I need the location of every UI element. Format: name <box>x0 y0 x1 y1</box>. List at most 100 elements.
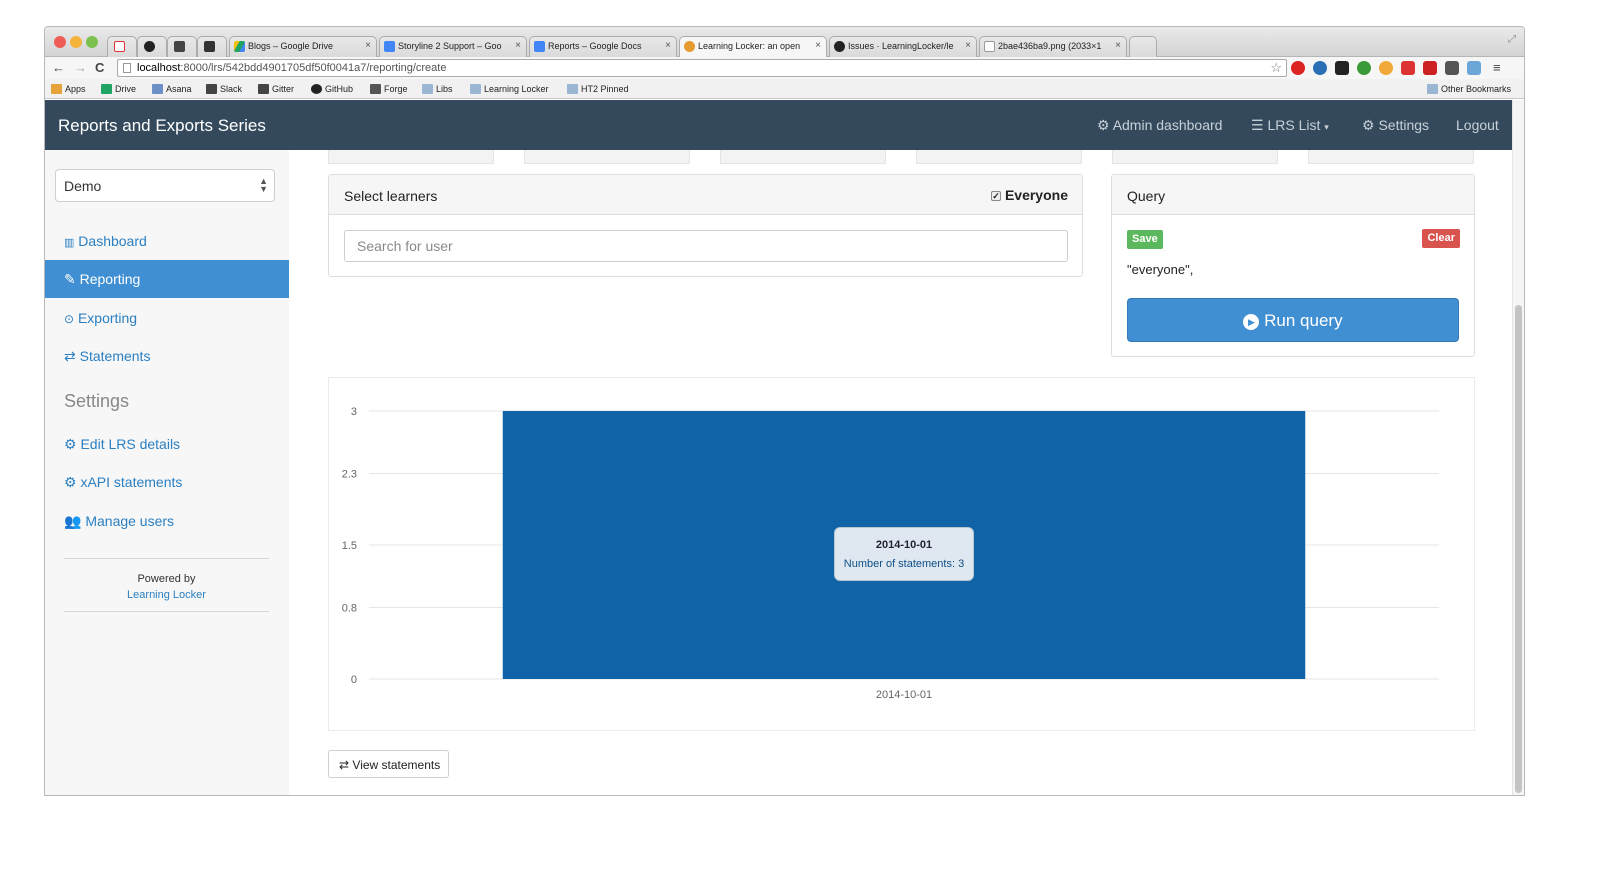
close-icon[interactable]: × <box>665 40 671 51</box>
close-icon[interactable]: × <box>815 40 821 51</box>
settings-link[interactable]: ⚙ Settings <box>1362 117 1429 134</box>
slack-icon <box>174 41 185 52</box>
minimize-window-button[interactable] <box>70 36 82 48</box>
lastpass-extension-icon[interactable] <box>1423 61 1437 75</box>
admin-dashboard-link[interactable]: ⚙ Admin dashboard <box>1097 117 1222 134</box>
y-tick-label: 1.5 <box>342 540 357 552</box>
page-icon <box>984 41 995 52</box>
page-scrollbar[interactable] <box>1512 100 1524 795</box>
bookmark-libs[interactable]: Libs <box>422 84 453 94</box>
globe-extension-icon[interactable] <box>1313 61 1327 75</box>
pencil-icon: ✎ <box>64 271 76 287</box>
partial-tab[interactable] <box>328 150 494 164</box>
scrollbar-thumb[interactable] <box>1515 305 1522 793</box>
close-icon[interactable]: × <box>365 40 371 51</box>
bookmark-apps[interactable]: Apps <box>51 84 86 94</box>
zoom-window-button[interactable] <box>86 36 98 48</box>
tab-github[interactable] <box>137 36 167 57</box>
bookmark-slack[interactable]: Slack <box>206 84 242 94</box>
tab-gitter[interactable] <box>197 36 227 57</box>
view-statements-button[interactable]: ⇄ View statements <box>328 750 449 778</box>
tab-gmail[interactable] <box>107 36 137 57</box>
forward-icon[interactable]: → <box>74 60 87 75</box>
bookmark-github[interactable]: GitHub <box>311 84 353 94</box>
tab-reports-docs[interactable]: Reports – Google Docs × <box>529 36 677 57</box>
gitter-icon <box>204 41 215 52</box>
screenshot-extension-icon[interactable] <box>1467 61 1481 75</box>
tab-strip: Blogs – Google Drive × Storyline 2 Suppo… <box>45 27 1524 57</box>
exchange-icon: ⇄ <box>64 348 76 364</box>
evernote-extension-icon[interactable] <box>1357 61 1371 75</box>
gitter-icon <box>258 84 269 94</box>
opera-extension-icon[interactable] <box>1291 61 1305 75</box>
sidebar-item-dashboard[interactable]: ▥ Dashboard <box>45 222 289 260</box>
close-icon[interactable]: × <box>1115 40 1121 51</box>
drive-icon <box>234 41 245 52</box>
honey-extension-icon[interactable] <box>1379 61 1393 75</box>
powered-by: Powered by Learning Locker <box>64 571 269 603</box>
lrs-list-dropdown[interactable]: ☰ LRS List ▾ <box>1251 117 1329 134</box>
tooltip-title: 2014-10-01 <box>875 539 933 551</box>
everyone-checkbox[interactable]: ✓ Everyone <box>991 187 1068 203</box>
bookmark-learning-locker[interactable]: Learning Locker <box>470 84 549 94</box>
github-icon <box>144 41 155 52</box>
play-circle-icon: ▶ <box>1243 314 1260 330</box>
sidebar-item-label: Exporting <box>77 310 138 326</box>
bookmark-label: Forge <box>384 84 408 94</box>
tab-learning-locker[interactable]: Learning Locker: an open × <box>679 36 827 57</box>
partial-tab[interactable] <box>720 150 886 164</box>
address-bar[interactable]: localhost:8000/lrs/542bdd4901705df50f004… <box>117 59 1287 77</box>
clear-button[interactable]: Clear <box>1422 229 1460 248</box>
bookmark-forge[interactable]: Forge <box>370 84 408 94</box>
search-user-input[interactable] <box>344 230 1068 262</box>
learning-locker-link[interactable]: Learning Locker <box>127 589 206 601</box>
sidebar-item-reporting[interactable]: ✎ Reporting <box>45 260 289 298</box>
bookmark-gitter[interactable]: Gitter <box>258 84 294 94</box>
learning-locker-icon <box>684 41 695 52</box>
bookmark-label: Asana <box>166 84 192 94</box>
pen-extension-icon[interactable] <box>1445 61 1459 75</box>
sidebar-item-manage-users[interactable]: 👥 Manage users <box>45 502 289 540</box>
run-query-button[interactable]: ▶ Run query <box>1127 298 1459 342</box>
bookmark-label: Slack <box>220 84 243 94</box>
tab-label: Reports – Google Docs <box>548 41 642 51</box>
partial-tab[interactable] <box>524 150 690 164</box>
github-icon <box>311 84 322 94</box>
new-tab-button[interactable] <box>1129 36 1157 57</box>
back-icon[interactable]: ← <box>52 60 65 75</box>
star-icon[interactable]: ☆ <box>1270 60 1282 76</box>
tab-label: Issues · LearningLocker/le <box>848 41 954 51</box>
lrs-select[interactable]: Demo ▲ ▼ <box>55 169 275 202</box>
close-icon[interactable]: × <box>965 40 971 51</box>
sidebar-item-exporting[interactable]: ⊙ Exporting <box>45 299 289 337</box>
sidebar-item-xapi-statements[interactable]: ⚙ xAPI statements <box>45 463 289 501</box>
fullscreen-icon[interactable]: ⤢ <box>1508 34 1516 45</box>
sidebar-item-edit-lrs[interactable]: ⚙ Edit LRS details <box>45 425 289 463</box>
close-window-button[interactable] <box>54 36 66 48</box>
close-icon[interactable]: × <box>515 40 521 51</box>
save-button[interactable]: Save <box>1127 230 1163 249</box>
menu-icon[interactable]: ≡ <box>1493 60 1501 75</box>
h-extension-icon[interactable] <box>1335 61 1349 75</box>
bookmark-ht2-pinned[interactable]: HT2 Pinned <box>567 84 629 94</box>
bookmark-drive[interactable]: Drive <box>101 84 136 94</box>
tab-issues[interactable]: Issues · LearningLocker/le × <box>829 36 977 57</box>
main-content: Select learners ✓ Everyone Query Save Cl… <box>289 150 1513 795</box>
bookmark-asana[interactable]: Asana <box>152 84 192 94</box>
brand-title[interactable]: Reports and Exports Series <box>58 116 266 136</box>
reload-icon[interactable]: C <box>95 60 104 75</box>
tab-png[interactable]: 2bae436ba9.png (2033×1 × <box>979 36 1127 57</box>
tab-storyline[interactable]: Storyline 2 Support – Goo × <box>379 36 527 57</box>
logout-link[interactable]: Logout <box>1456 117 1499 133</box>
lrs-select-value: Demo <box>64 178 102 194</box>
partial-tab[interactable] <box>916 150 1082 164</box>
tab-blogs-drive[interactable]: Blogs – Google Drive × <box>229 36 377 57</box>
partial-tab[interactable] <box>1308 150 1474 164</box>
partial-tab[interactable] <box>1112 150 1278 164</box>
sidebar-item-statements[interactable]: ⇄ Statements <box>45 337 289 375</box>
bookmark-label: Gitter <box>272 84 295 94</box>
bookmark-other[interactable]: Other Bookmarks <box>1427 84 1511 94</box>
tab-slack[interactable] <box>167 36 197 57</box>
todoist-extension-icon[interactable] <box>1401 61 1415 75</box>
settings-label: Settings <box>1378 117 1430 133</box>
